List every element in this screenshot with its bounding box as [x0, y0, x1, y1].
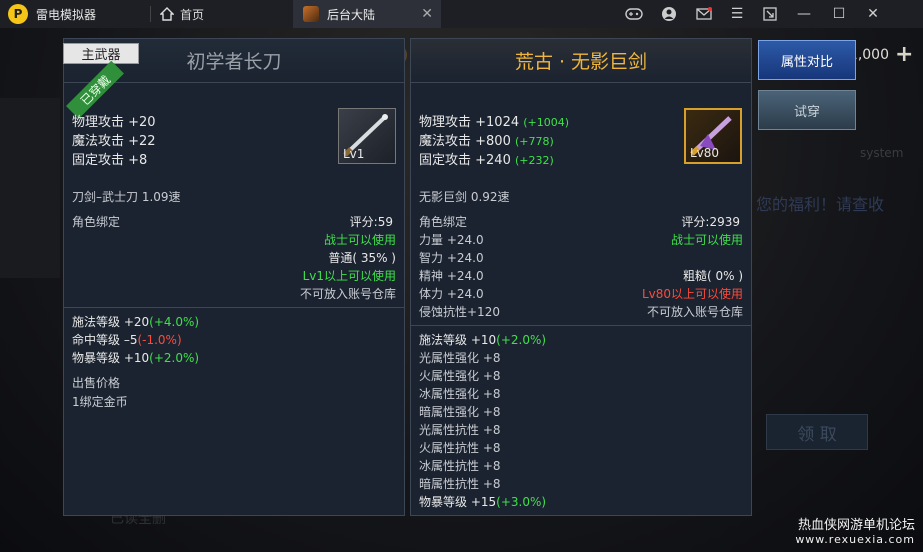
close-window-icon[interactable]: ✕	[856, 0, 890, 28]
right-extra-bonus: (+2.0%)	[496, 333, 547, 347]
tab-home-label: 首页	[180, 7, 205, 22]
maximize-icon[interactable]: ☐	[822, 0, 856, 28]
right-stat-label: 魔法攻击 +800	[419, 134, 511, 149]
left-extra-label: 施法等级 +20	[72, 315, 150, 329]
left-extra-row: 命中等级 –5(-1.0%)	[72, 331, 182, 349]
left-level-req: Lv1以上可以使用	[302, 269, 396, 283]
right-attr: 智力 +24.0	[419, 251, 484, 265]
left-extra-row: 施法等级 +20(+4.0%)	[72, 313, 199, 331]
right-attr: 体力 +24.0	[419, 287, 484, 301]
right-extra-row: 光属性抗性 +8	[419, 423, 501, 437]
minimize-icon[interactable]: —	[787, 0, 821, 28]
try-on-button[interactable]: 试穿	[758, 90, 856, 130]
tab-home[interactable]: 首页	[160, 0, 204, 28]
left-stat: 固定攻击 +8	[72, 153, 148, 168]
right-level-req: Lv80以上可以使用	[641, 287, 743, 301]
system-text: system	[860, 146, 904, 160]
left-sell-label: 出售价格	[72, 376, 121, 390]
compare-button[interactable]: 属性对比	[758, 40, 856, 80]
left-extra-row: 物暴等级 +10(+2.0%)	[72, 349, 199, 367]
left-type-speed: 刀剑–武士刀 1.09速	[72, 190, 181, 204]
right-item-level: Lv80	[690, 146, 720, 160]
right-extra-label: 施法等级 +10	[419, 333, 497, 347]
left-warehouse: 不可放入账号仓库	[299, 287, 396, 301]
right-stat-label: 固定攻击 +240	[419, 153, 511, 168]
right-stat-row: 固定攻击 +240 (+232)	[419, 152, 554, 170]
right-item-name: 荒古 · 无影巨剑	[411, 39, 751, 83]
right-quality: 粗糙( 0% )	[682, 269, 743, 283]
tab-separator	[150, 6, 151, 22]
tab-game-label: 后台大陆	[327, 7, 376, 22]
right-extra-row: 暗属性强化 +8	[419, 405, 501, 419]
right-stat-bonus: (+232)	[514, 154, 554, 167]
right-extra-row: 施法等级 +10(+2.0%)	[419, 331, 546, 349]
right-stat-row: 物理攻击 +1024 (+1004)	[419, 114, 569, 132]
long-blade-icon[interactable]: Lv1	[338, 108, 396, 164]
right-extra-row: 火属性强化 +8	[419, 369, 501, 383]
right-extra-label: 物暴等级 +15	[419, 495, 497, 509]
left-extra-label: 命中等级 –5	[72, 333, 138, 347]
add-resource-button[interactable]: +	[895, 44, 913, 66]
emulator-titlebar: P 雷电模拟器 首页 后台大陆 ✕ ☰ — ☐ ✕	[0, 0, 923, 28]
gamepad-icon[interactable]	[617, 0, 651, 28]
right-warehouse: 不可放入账号仓库	[646, 305, 743, 319]
left-stat: 物理攻击 +20	[72, 115, 156, 130]
right-extra-row: 冰属性强化 +8	[419, 387, 501, 401]
home-icon	[160, 7, 174, 21]
right-extra-row: 冰属性抗性 +8	[419, 459, 501, 473]
account-icon[interactable]	[652, 0, 686, 28]
right-stat-bonus: (+778)	[514, 135, 554, 148]
close-tab-icon[interactable]: ✕	[421, 6, 433, 22]
left-extra-bonus: (-1.0%)	[137, 333, 182, 347]
left-extra-bonus: (+4.0%)	[149, 315, 200, 329]
claim-button[interactable]: 领 取	[766, 414, 868, 450]
watermark-line1: 热血侠网游单机论坛	[797, 518, 915, 533]
right-attr: 精神 +24.0	[419, 269, 484, 283]
tab-game[interactable]: 后台大陆 ✕	[293, 0, 441, 28]
right-divider	[411, 325, 751, 326]
left-divider	[64, 307, 404, 308]
right-extra-row: 火属性抗性 +8	[419, 441, 501, 455]
left-stat: 魔法攻击 +22	[72, 134, 156, 149]
right-extra-row: 光属性强化 +8	[419, 351, 501, 365]
left-score: 评分:59	[349, 215, 393, 229]
watermark-line2: www.rexuexia.com	[795, 533, 915, 546]
right-stat-label: 物理攻击 +1024	[419, 115, 520, 130]
shadowless-greatsword-icon[interactable]: Lv80	[684, 108, 742, 164]
right-attr: 侵蚀抗性+120	[419, 305, 500, 319]
right-stat-row: 魔法攻击 +800 (+778)	[419, 133, 554, 151]
left-sell-value: 1绑定金币	[72, 395, 128, 409]
mail-sidebar	[0, 98, 60, 278]
welfare-text: 您的福利！请查收	[756, 195, 885, 214]
mail-icon[interactable]	[687, 0, 721, 28]
right-score: 评分:2939	[681, 215, 740, 229]
left-extra-bonus: (+2.0%)	[149, 351, 200, 365]
left-item-level: Lv1	[343, 147, 365, 161]
left-bind: 角色绑定	[72, 215, 121, 229]
right-extra-row: 暗属性抗性 +8	[419, 477, 501, 491]
right-extra-row: 物暴等级 +15(+3.0%)	[419, 493, 546, 511]
slot-label: 主武器	[63, 43, 139, 64]
right-extra-bonus: (+3.0%)	[496, 495, 547, 509]
game-app-icon	[303, 6, 319, 22]
app-logo-icon: P	[8, 4, 28, 24]
shrink-window-icon[interactable]	[753, 0, 787, 28]
app-name: 雷电模拟器	[36, 7, 97, 22]
right-type-speed: 无影巨剑 0.92速	[419, 190, 510, 204]
watermark: 热血侠网游单机论坛 www.rexuexia.com	[795, 514, 915, 546]
left-class-req: 战士可以使用	[323, 233, 396, 247]
left-quality: 普通( 35% )	[328, 251, 396, 265]
right-stat-bonus: (+1004)	[523, 116, 570, 129]
left-extra-label: 物暴等级 +10	[72, 351, 150, 365]
right-bind: 角色绑定	[419, 215, 468, 229]
right-class-req: 战士可以使用	[670, 233, 743, 247]
right-attr: 力量 +24.0	[419, 233, 484, 247]
menu-icon[interactable]: ☰	[720, 0, 754, 28]
